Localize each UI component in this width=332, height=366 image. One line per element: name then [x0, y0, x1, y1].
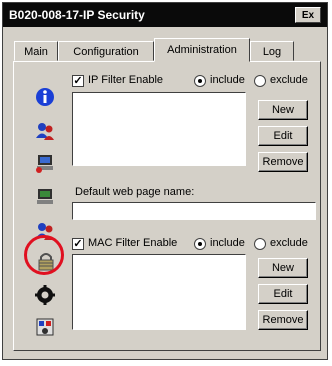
- title-bar-button[interactable]: Ex: [295, 7, 321, 23]
- mac-filter-exclude-radio[interactable]: [254, 238, 266, 250]
- ip-filter-exclude-label: exclude: [270, 74, 308, 86]
- ip-filter-edit-button[interactable]: Edit: [258, 126, 308, 146]
- tab-administration[interactable]: Administration: [154, 38, 250, 62]
- mac-filter-enable-label: MAC Filter Enable: [88, 237, 178, 249]
- ip-filter-list[interactable]: [72, 92, 246, 166]
- security-window: B020-008-17-IP Security Ex Main Configur…: [2, 2, 328, 360]
- default-page-input[interactable]: [72, 202, 316, 220]
- computer-config-icon[interactable]: [34, 152, 56, 174]
- security-device-icon[interactable]: [34, 316, 56, 338]
- ip-filter-remove-button[interactable]: Remove: [258, 152, 308, 172]
- ip-filter-include-radio[interactable]: [194, 75, 206, 87]
- ip-filter-enable-checkbox[interactable]: ✓: [72, 75, 84, 87]
- ip-filter-exclude-radio[interactable]: [254, 75, 266, 87]
- highlight-ring: [24, 235, 64, 275]
- tab-log[interactable]: Log: [250, 41, 294, 61]
- default-page-label: Default web page name:: [75, 186, 195, 198]
- mac-filter-list[interactable]: [72, 254, 246, 330]
- mac-filter-enable-checkbox[interactable]: ✓: [72, 238, 84, 250]
- window-title: B020-008-17-IP Security: [9, 8, 145, 22]
- computer-icon[interactable]: [34, 186, 56, 208]
- administration-panel: ✓ IP Filter Enable include exclude New E…: [13, 61, 321, 351]
- ip-filter-enable-label: IP Filter Enable: [88, 74, 164, 86]
- mac-filter-include-radio[interactable]: [194, 238, 206, 250]
- tab-main[interactable]: Main: [14, 41, 58, 61]
- info-icon[interactable]: [34, 86, 56, 108]
- mac-filter-edit-button[interactable]: Edit: [258, 284, 308, 304]
- tab-configuration[interactable]: Configuration: [58, 41, 154, 61]
- mac-filter-include-label: include: [210, 237, 245, 249]
- ip-filter-include-label: include: [210, 74, 245, 86]
- mac-filter-remove-button[interactable]: Remove: [258, 310, 308, 330]
- mac-filter-new-button[interactable]: New: [258, 258, 308, 278]
- ip-filter-new-button[interactable]: New: [258, 100, 308, 120]
- title-bar[interactable]: B020-008-17-IP Security Ex: [3, 3, 327, 27]
- mac-filter-exclude-label: exclude: [270, 237, 308, 249]
- users-icon[interactable]: [34, 120, 56, 142]
- gear-icon[interactable]: [34, 284, 56, 306]
